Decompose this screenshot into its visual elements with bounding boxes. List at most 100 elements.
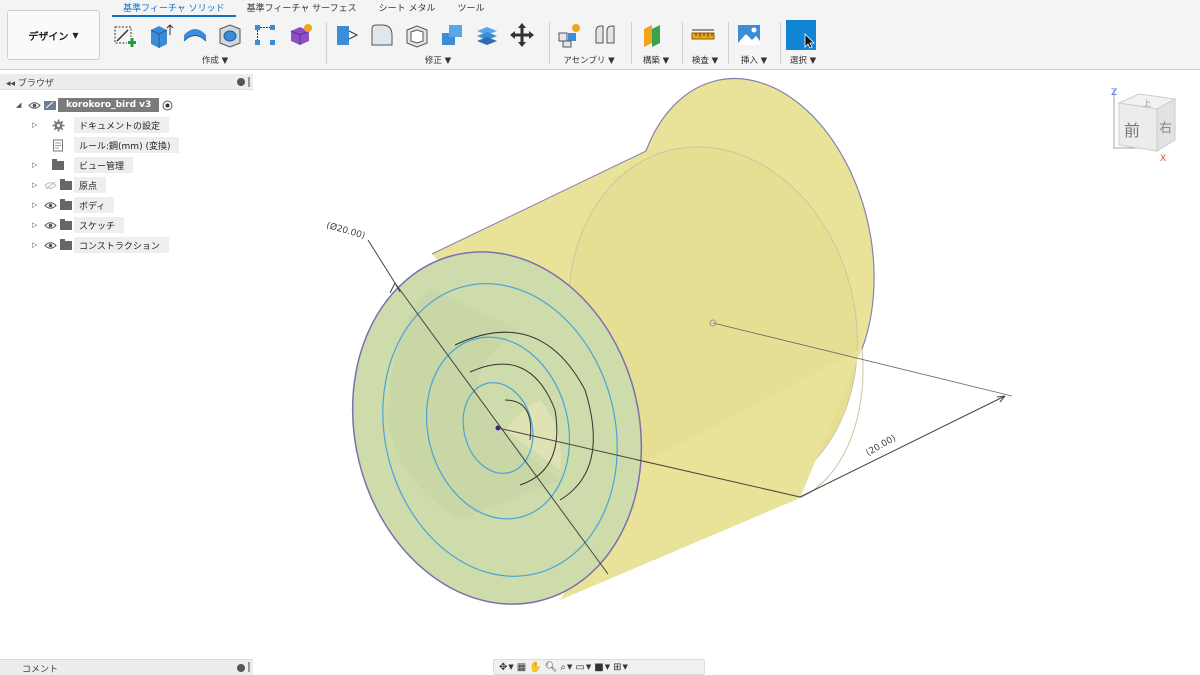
length-dimension-label[interactable]: (20.00) xyxy=(865,434,898,459)
orbit-icon[interactable]: ✥ ▼ xyxy=(499,662,514,673)
joint-icon[interactable] xyxy=(590,20,620,50)
expand-down-icon[interactable]: ◢ xyxy=(16,101,26,109)
expand-right-icon[interactable]: ▷ xyxy=(32,201,42,209)
group-assemble: アセンブリ ▼ xyxy=(555,20,623,68)
add-comment-icon[interactable] xyxy=(237,664,245,672)
grid-settings-icon[interactable]: ■ ▼ xyxy=(594,662,610,673)
insert-image-icon[interactable] xyxy=(734,20,764,50)
comments-title: コメント xyxy=(22,665,59,675)
group-inspect: 検査 ▼ xyxy=(688,20,722,68)
combine-icon[interactable] xyxy=(437,20,467,50)
3d-viewport[interactable]: (Ø20.00) (20.00) 前 右 上 Z X xyxy=(254,72,1200,658)
expand-right-icon[interactable]: ▷ xyxy=(32,121,42,129)
gear-icon xyxy=(42,118,74,132)
separator xyxy=(326,22,327,64)
tree-item-label: コンストラクション xyxy=(79,241,160,252)
activate-radio-icon[interactable] xyxy=(159,98,175,112)
offset-plane-icon[interactable] xyxy=(637,20,667,50)
eye-icon[interactable] xyxy=(42,238,58,252)
select-icon[interactable] xyxy=(786,20,816,50)
tab-tools[interactable]: ツール xyxy=(447,2,496,17)
display-settings-icon[interactable]: ▭ ▼ xyxy=(575,662,591,673)
eye-hidden-icon[interactable] xyxy=(42,178,58,192)
collapse-panel-icon[interactable]: ◂◂ xyxy=(6,79,15,89)
panel-pin-icon[interactable] xyxy=(237,78,245,86)
fillet-icon[interactable] xyxy=(367,20,397,50)
expand-right-icon[interactable]: ▷ xyxy=(32,221,42,229)
create-menu[interactable]: 作成 ▼ xyxy=(110,54,320,66)
modify-menu[interactable]: 修正 ▼ xyxy=(332,54,544,66)
folder-icon xyxy=(58,198,74,212)
pattern-icon[interactable] xyxy=(250,20,280,50)
expand-right-icon[interactable]: ▷ xyxy=(32,241,42,249)
tree-item-label: 原点 xyxy=(79,181,98,192)
expand-right-icon[interactable]: ▷ xyxy=(32,181,42,189)
eye-icon[interactable] xyxy=(26,98,42,112)
offset-face-icon[interactable] xyxy=(472,20,502,50)
tree-item-label: ボディ xyxy=(79,201,106,212)
move-icon[interactable] xyxy=(507,20,537,50)
tab-sheet-metal[interactable]: シート メタル xyxy=(368,2,447,17)
group-modify: 修正 ▼ xyxy=(332,20,544,68)
tree-item-units[interactable]: ルール:鋼(mm) (変換) xyxy=(32,137,180,153)
component-icon xyxy=(42,98,58,112)
viewcube-right-label[interactable]: 右 xyxy=(1159,121,1172,136)
inspect-menu[interactable]: 検査 ▼ xyxy=(688,54,722,66)
workspace-switcher-button[interactable]: デザイン ▼ xyxy=(7,10,100,60)
construct-menu[interactable]: 構築 ▼ xyxy=(637,54,675,66)
tree-item-label: スケッチ xyxy=(79,221,116,232)
insert-label: 挿入 xyxy=(740,56,758,66)
insert-menu[interactable]: 挿入 ▼ xyxy=(734,54,774,66)
tab-solid[interactable]: 基準フィーチャ ソリッド xyxy=(112,2,236,17)
measure-icon[interactable] xyxy=(688,20,718,50)
tree-item-construction[interactable]: ▷ コンストラクション xyxy=(32,237,169,253)
eye-icon[interactable] xyxy=(42,218,58,232)
panel-resize-grip[interactable] xyxy=(248,662,250,672)
new-component-icon[interactable] xyxy=(555,20,585,50)
viewcube-top-label[interactable]: 上 xyxy=(1143,99,1151,108)
tree-item-sketches[interactable]: ▷ スケッチ xyxy=(32,217,125,233)
construct-label: 構築 xyxy=(642,56,660,66)
zoom-icon[interactable]: 🔍︎ xyxy=(545,662,558,673)
revolve-icon[interactable] xyxy=(180,20,210,50)
hole-icon[interactable] xyxy=(215,20,245,50)
viewports-icon[interactable]: ⊞ ▼ xyxy=(613,662,628,673)
tree-item-document-settings[interactable]: ▷ ドキュメントの設定 xyxy=(32,117,170,133)
panel-resize-grip[interactable] xyxy=(248,77,250,87)
navigation-bar: ✥ ▼ ▦ ✋ 🔍︎ ⌕ ▼ ▭ ▼ ■ ▼ ⊞ ▼ xyxy=(493,659,705,675)
expand-right-icon[interactable]: ▷ xyxy=(32,161,42,169)
tree-root[interactable]: ◢ korokoro_bird v3 xyxy=(16,97,175,113)
fit-icon[interactable]: ⌕ ▼ xyxy=(560,662,572,673)
modify-label: 修正 xyxy=(424,56,442,66)
fusion-window: デザイン ▼ 基準フィーチャ ソリッド 基準フィーチャ サーフェス シート メタ… xyxy=(0,0,1200,675)
folder-icon xyxy=(58,218,74,232)
diameter-dimension-label[interactable]: (Ø20.00) xyxy=(325,220,366,242)
axis-x-label: X xyxy=(1160,154,1166,164)
pan-icon[interactable]: ✋ xyxy=(529,662,541,673)
toolbar: デザイン ▼ 基準フィーチャ ソリッド 基準フィーチャ サーフェス シート メタ… xyxy=(0,0,1200,70)
eye-icon[interactable] xyxy=(42,198,58,212)
select-menu[interactable]: 選択 ▼ xyxy=(786,54,820,66)
look-at-icon[interactable]: ▦ xyxy=(517,662,526,673)
press-pull-icon[interactable] xyxy=(332,20,362,50)
viewcube-front-label[interactable]: 前 xyxy=(1124,121,1140,140)
units-icon xyxy=(42,138,74,152)
create-form-icon[interactable] xyxy=(285,20,315,50)
create-sketch-icon[interactable] xyxy=(110,20,140,50)
tree-item-bodies[interactable]: ▷ ボディ xyxy=(32,197,115,213)
separator xyxy=(728,22,729,64)
tree-item-label: ルール:鋼(mm) (変換) xyxy=(79,141,171,152)
axis-z-label: Z xyxy=(1111,88,1117,98)
extrude-icon[interactable] xyxy=(145,20,175,50)
comments-panel[interactable]: コメント xyxy=(0,659,253,675)
assemble-menu[interactable]: アセンブリ ▼ xyxy=(555,54,623,66)
ribbon-tabs: 基準フィーチャ ソリッド 基準フィーチャ サーフェス シート メタル ツール xyxy=(112,2,496,17)
shell-icon[interactable] xyxy=(402,20,432,50)
tree-item-view-management[interactable]: ▷ ビュー管理 xyxy=(32,157,134,173)
view-cube[interactable]: 前 右 上 Z X xyxy=(1111,88,1177,164)
group-construct: 構築 ▼ xyxy=(637,20,675,68)
workspace-label: デザイン xyxy=(28,31,69,43)
caret-down-icon: ▼ xyxy=(72,30,79,40)
tab-surface[interactable]: 基準フィーチャ サーフェス xyxy=(236,2,368,17)
tree-item-origin[interactable]: ▷ 原点 xyxy=(32,177,107,193)
